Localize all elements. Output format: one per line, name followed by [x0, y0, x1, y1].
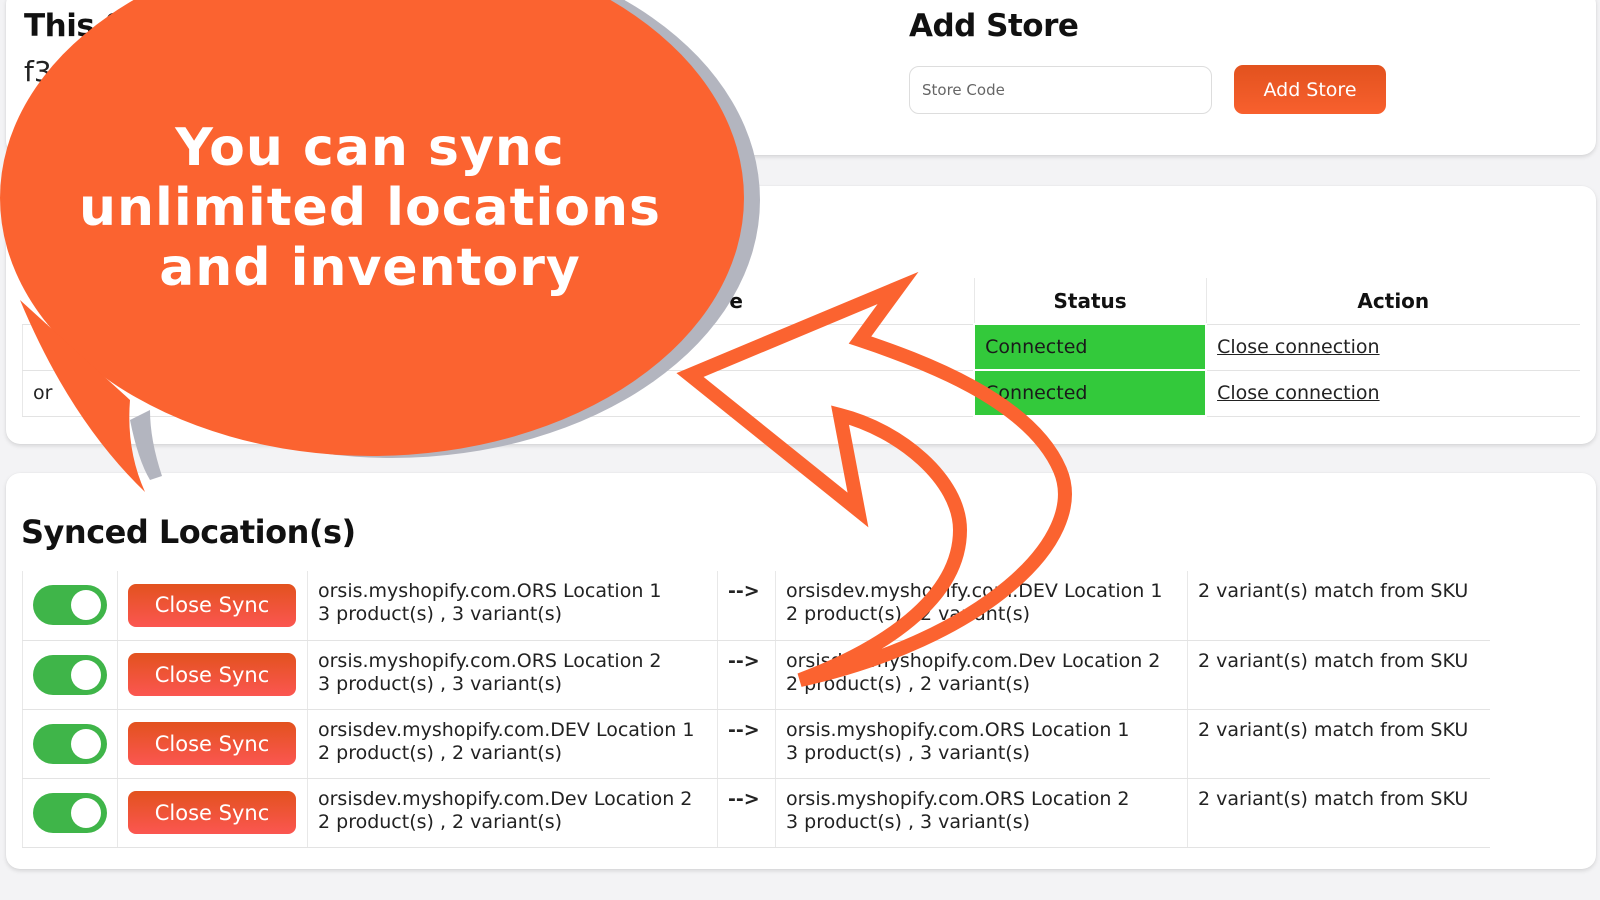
- connection-row: or shopify.com Connected Close connectio…: [22, 369, 1580, 417]
- synced-locations-title: Synced Location(s): [21, 513, 356, 551]
- toggle-cell: [22, 571, 118, 641]
- close-sync-button[interactable]: Close Sync: [128, 791, 296, 834]
- target-location-name: orsis.myshopify.com.ORS Location 1: [786, 718, 1130, 741]
- this-store-code: f34: [24, 55, 70, 88]
- sync-toggle[interactable]: [33, 654, 107, 695]
- callout-line: You can sync: [175, 118, 565, 178]
- callout-text: You can sync unlimited locations and inv…: [60, 118, 680, 298]
- this-store-title: This Store: [24, 8, 197, 44]
- source-location-name: orsisdev.myshopify.com.Dev Location 2: [318, 787, 693, 810]
- toggle-cell: [22, 709, 118, 779]
- target-location-counts: 3 product(s) , 3 variant(s): [786, 810, 1031, 833]
- sync-row: Close Sync orsis.myshopify.com.ORS Locat…: [22, 640, 1490, 710]
- sync-toggle[interactable]: [33, 792, 107, 833]
- close-sync-cell: Close Sync: [117, 778, 308, 848]
- target-location-name: orsisdev.myshopify.com.DEV Location 1: [786, 580, 1163, 602]
- action-cell: Close connection: [1205, 324, 1580, 371]
- target-location-name: orsis.myshopify.com.ORS Location 2: [786, 787, 1130, 810]
- action-cell: Close connection: [1205, 370, 1580, 417]
- close-sync-cell: Close Sync: [117, 709, 308, 779]
- source-location-name: orsis.myshopify.com.ORS Location 2: [318, 649, 662, 672]
- synced-locations-card: Synced Location(s) Close Sync orsis.mysh…: [6, 473, 1596, 869]
- target-location: orsis.myshopify.com.ORS Location 13 prod…: [775, 709, 1188, 779]
- status-badge: Connected: [973, 369, 1208, 417]
- close-connection-link[interactable]: Close connection: [1217, 336, 1379, 358]
- sku-match: 2 variant(s) match from SKU: [1187, 640, 1490, 710]
- callout-line: unlimited locations: [79, 178, 661, 238]
- sku-match: 2 variant(s) match from SKU: [1187, 778, 1490, 848]
- add-store-button[interactable]: Add Store: [1234, 65, 1386, 114]
- close-sync-button[interactable]: Close Sync: [128, 653, 296, 696]
- source-location: orsisdev.myshopify.com.Dev Location 22 p…: [307, 778, 718, 848]
- close-sync-cell: Close Sync: [117, 571, 308, 641]
- sync-direction-arrow: -->: [717, 778, 776, 848]
- synced-locations-table: Close Sync orsis.myshopify.com.ORS Locat…: [22, 571, 1490, 848]
- sync-direction-arrow: -->: [717, 709, 776, 779]
- close-sync-button[interactable]: Close Sync: [128, 583, 296, 627]
- source-location: orsis.myshopify.com.ORS Location 13 prod…: [307, 571, 718, 641]
- target-location-counts: 2 product(s) , 2 variant(s): [786, 603, 1031, 625]
- sync-direction-arrow: -->: [717, 640, 776, 710]
- toggle-cell: [22, 640, 118, 710]
- target-location-name: orsisdev.myshopify.com.Dev Location 2: [786, 649, 1161, 672]
- sku-match: 2 variant(s) match from SKU: [1187, 709, 1490, 779]
- target-location: orsisdev.myshopify.com.Dev Location 22 p…: [775, 640, 1188, 710]
- sync-direction-arrow: -->: [717, 571, 776, 641]
- source-location-name: orsis.myshopify.com.ORS Location 1: [318, 580, 662, 602]
- close-sync-button[interactable]: Close Sync: [128, 722, 296, 765]
- connection-row: pify.com Connected Close connection: [22, 323, 1580, 371]
- target-location-counts: 2 product(s) , 2 variant(s): [786, 672, 1031, 695]
- toggle-cell: [22, 778, 118, 848]
- close-sync-cell: Close Sync: [117, 640, 308, 710]
- source-location-counts: 2 product(s) , 2 variant(s): [318, 741, 563, 764]
- header-action: Action: [1205, 278, 1580, 325]
- target-location-counts: 3 product(s) , 3 variant(s): [786, 741, 1031, 764]
- connection-store-left: [22, 324, 399, 371]
- connections-table: Hub Store Status Action pify.com Connect…: [22, 278, 1580, 417]
- target-location: orsisdev.myshopify.com.DEV Location 12 p…: [775, 571, 1188, 641]
- source-location-counts: 3 product(s) , 3 variant(s): [318, 672, 563, 695]
- sync-toggle[interactable]: [33, 585, 107, 626]
- source-location: orsisdev.myshopify.com.DEV Location 12 p…: [307, 709, 718, 779]
- sync-toggle[interactable]: [33, 723, 107, 764]
- target-location: orsis.myshopify.com.ORS Location 23 prod…: [775, 778, 1188, 848]
- sync-row: Close Sync orsisdev.myshopify.com.Dev Lo…: [22, 778, 1490, 848]
- header-status: Status: [973, 278, 1207, 325]
- connection-store-left: or: [22, 370, 399, 417]
- source-location-counts: 2 product(s) , 2 variant(s): [318, 810, 563, 833]
- sync-row: Close Sync orsisdev.myshopify.com.DEV Lo…: [22, 709, 1490, 779]
- add-store-title: Add Store: [909, 8, 1079, 44]
- store-code-input[interactable]: [909, 66, 1212, 114]
- status-badge: Connected: [973, 323, 1208, 371]
- connection-store: shopify.com: [398, 370, 975, 417]
- close-connection-link[interactable]: Close connection: [1217, 382, 1379, 404]
- sku-match: 2 variant(s) match from SKU: [1187, 571, 1490, 641]
- connection-store: pify.com: [398, 324, 975, 371]
- source-location: orsis.myshopify.com.ORS Location 23 prod…: [307, 640, 718, 710]
- sync-row: Close Sync orsis.myshopify.com.ORS Locat…: [22, 571, 1490, 641]
- callout-line: and inventory: [159, 238, 581, 298]
- source-location-counts: 3 product(s) , 3 variant(s): [318, 603, 563, 625]
- source-location-name: orsisdev.myshopify.com.DEV Location 1: [318, 718, 695, 741]
